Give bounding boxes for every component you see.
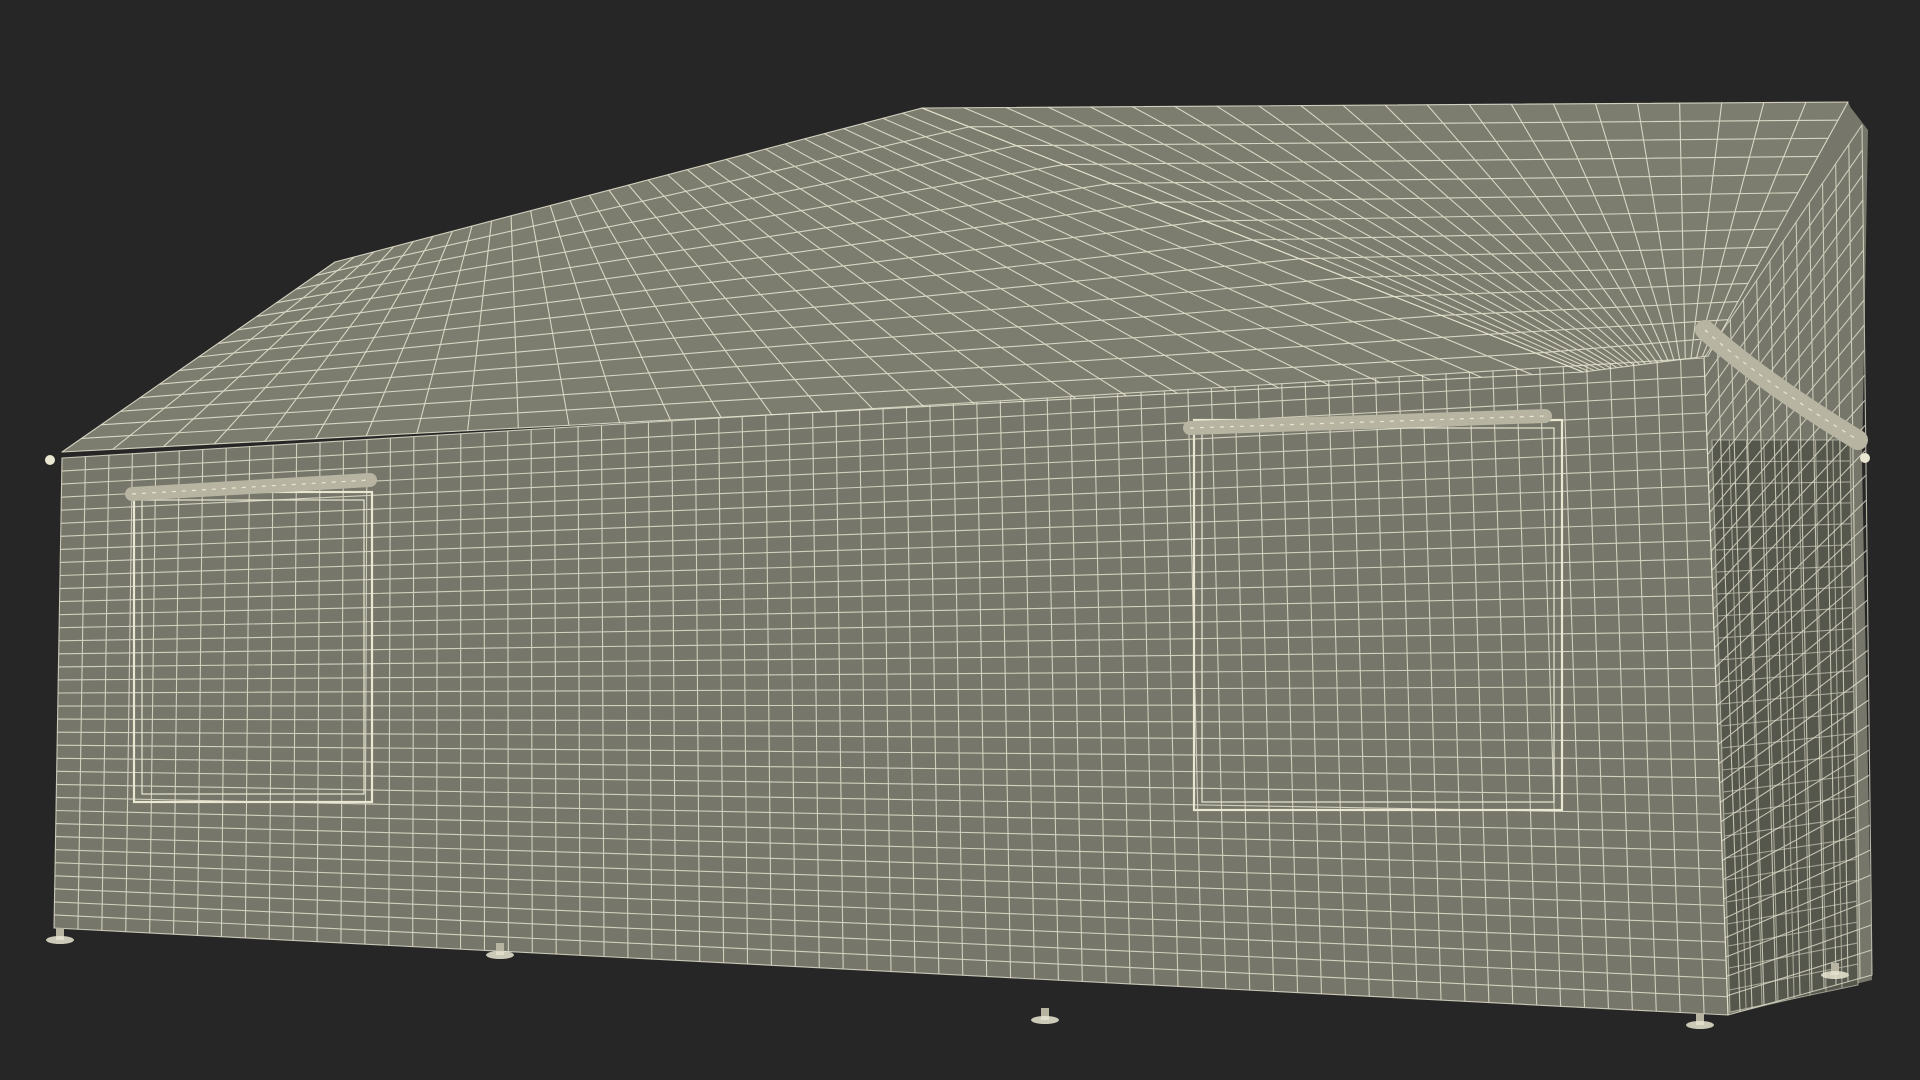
roof-edge-hook bbox=[1860, 453, 1870, 463]
tent-peg-foot bbox=[1031, 1008, 1059, 1024]
tent-peg-foot bbox=[46, 928, 74, 944]
tent-wireframe-render bbox=[45, 101, 1873, 1029]
3d-viewport[interactable] bbox=[0, 0, 1920, 1080]
roof-edge-hook bbox=[45, 455, 55, 465]
tent-peg-foot bbox=[1686, 1013, 1714, 1029]
